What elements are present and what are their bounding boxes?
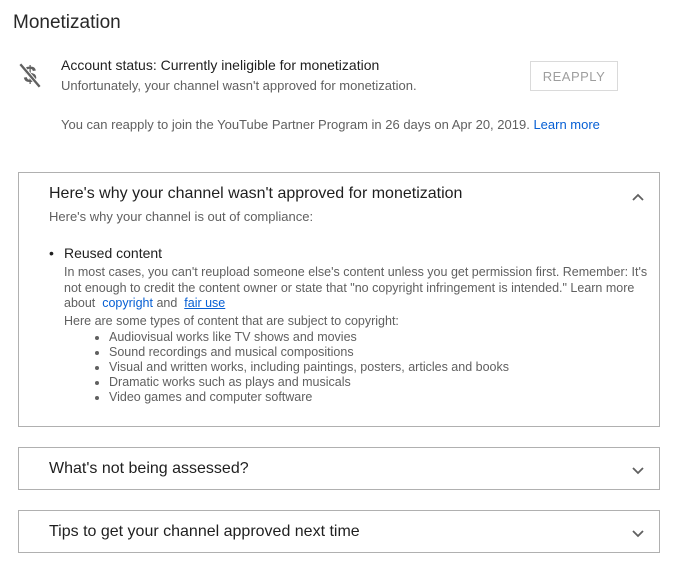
types-intro: Here are some types of content that are … (64, 314, 399, 328)
copyright-types-list: Audiovisual works like TV shows and movi… (94, 330, 509, 405)
panel-not-assessed[interactable]: What's not being assessed? (18, 447, 660, 490)
account-status-subtitle: Unfortunately, your channel wasn't appro… (61, 78, 417, 93)
list-item: Visual and written works, including pain… (109, 360, 509, 375)
panel-tips[interactable]: Tips to get your channel approved next t… (18, 510, 660, 553)
panel-header-not-approved[interactable]: Here's why your channel wasn't approved … (49, 185, 462, 203)
chevron-down-icon[interactable] (631, 465, 645, 475)
fair-use-link[interactable]: fair use (184, 296, 225, 310)
copyright-link[interactable]: copyright (102, 296, 153, 310)
and-text: and (156, 296, 178, 310)
list-item: Audiovisual works like TV shows and movi… (109, 330, 509, 345)
list-item: Video games and computer software (109, 390, 509, 405)
panel-header-tips[interactable]: Tips to get your channel approved next t… (49, 523, 360, 541)
reapply-note: You can reapply to join the YouTube Part… (61, 117, 600, 132)
account-status-title: Account status: Currently ineligible for… (61, 57, 380, 73)
panel-subtitle: Here's why your channel is out of compli… (49, 209, 314, 224)
issue-description: In most cases, you can't reupload someon… (64, 265, 656, 312)
reapply-note-text: You can reapply to join the YouTube Part… (61, 117, 530, 132)
list-item: Sound recordings and musical composition… (109, 345, 509, 360)
issue-title-text: Reused content (64, 245, 163, 261)
panel-header-not-assessed[interactable]: What's not being assessed? (49, 460, 249, 478)
reapply-button[interactable]: REAPPLY (530, 61, 618, 91)
list-item: Dramatic works such as plays and musical… (109, 375, 509, 390)
bullet-icon: • (49, 245, 54, 261)
learn-more-link[interactable]: Learn more (533, 117, 599, 132)
no-monetization-icon: $ (18, 62, 42, 89)
panel-not-approved-reasons: Here's why your channel wasn't approved … (18, 172, 660, 427)
chevron-up-icon[interactable] (631, 192, 645, 202)
chevron-down-icon[interactable] (631, 528, 645, 538)
page-title: Monetization (13, 12, 121, 33)
issue-title: • Reused content (49, 245, 162, 261)
